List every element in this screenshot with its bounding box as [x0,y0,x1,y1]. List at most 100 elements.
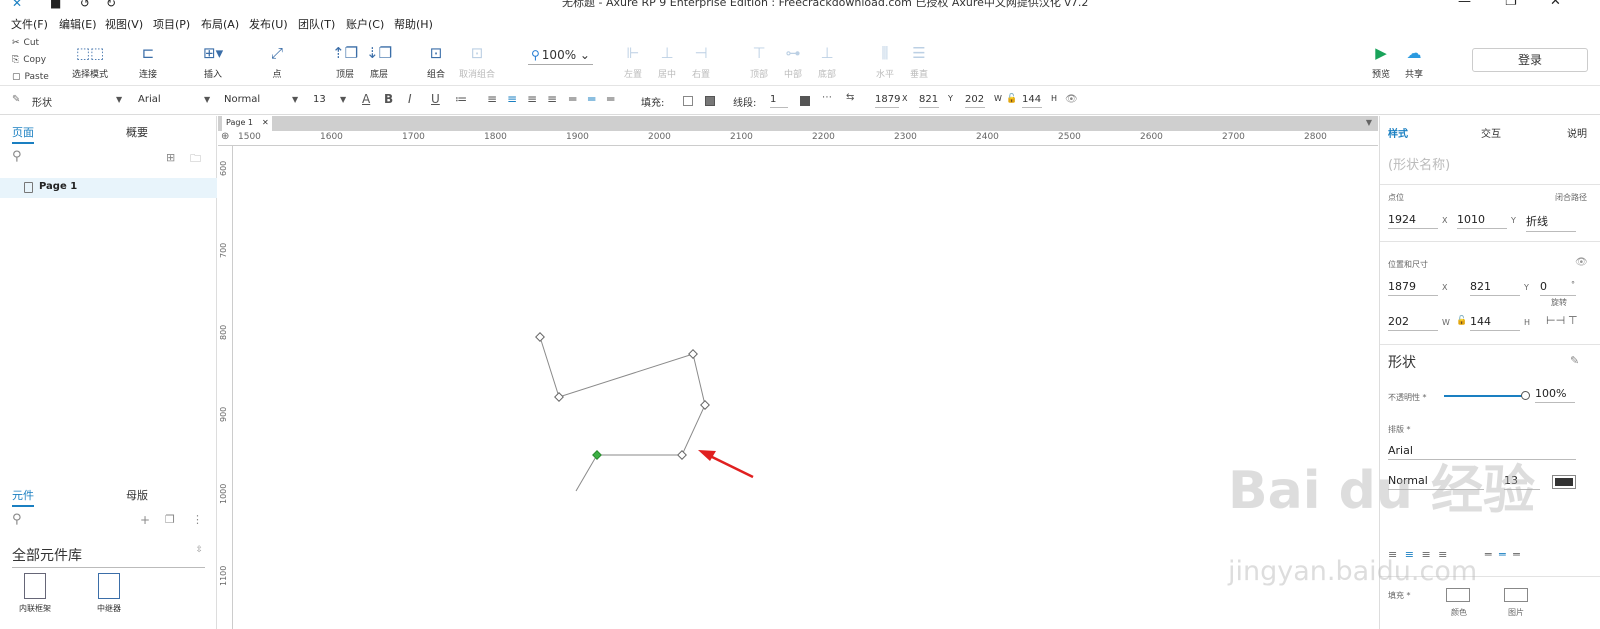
zoom-select[interactable]: ⚲ 100% ⌄ [528,48,593,65]
widget-inline-frame[interactable]: 内联框架 [10,573,60,614]
menu-publish[interactable]: 发布(U) [249,16,288,32]
cut-button[interactable]: ✂ Cut [4,35,54,51]
valign-top-icon[interactable]: ═ [1485,548,1492,561]
save-icon[interactable]: ■ [50,0,61,10]
tab-pages[interactable]: 页面 [12,124,34,144]
distribute-vertical-button[interactable]: ☰ 垂直 [910,42,928,80]
align-text-center-icon[interactable]: ≡ [507,92,517,106]
undo-icon[interactable]: ↺ [80,0,90,10]
align-bottom-button[interactable]: ⊥ 底部 [818,42,836,80]
page-item[interactable]: Page 1 [0,178,217,198]
line-width-input[interactable]: 1 [770,94,788,108]
menu-arrange[interactable]: 布局(A) [201,16,239,32]
point-button[interactable]: ⤢ 点 [271,42,283,80]
x-input[interactable]: 1879 [875,94,900,108]
fill-shadow-swatch[interactable] [705,96,715,106]
menu-project[interactable]: 项目(P) [153,16,190,32]
library-windows-icon[interactable]: ❐ [165,513,175,526]
ungroup-button[interactable]: ⊡ 取消组合 [459,42,495,80]
tab-style[interactable]: 样式 [1388,125,1408,140]
share-button[interactable]: ☁ 共享 [1405,42,1423,80]
widget-repeater[interactable]: 中继器 [84,573,134,614]
maximize-icon[interactable]: ❐ [1505,0,1517,9]
align-text-right-icon[interactable]: ≡ [527,92,537,106]
login-button[interactable]: 登录 [1472,48,1588,72]
y-input[interactable]: 821 [919,94,939,108]
align-middle-button[interactable]: ⊶ 中部 [784,42,802,80]
close-icon[interactable]: ✕ [1550,0,1561,9]
copy-button[interactable]: ⎘ Copy [4,52,54,68]
lock-icon[interactable]: 🔓 [1006,94,1017,104]
align-right-button[interactable]: ⊣ 右置 [692,42,710,80]
justify-text-icon[interactable]: ≡ [547,92,557,106]
canvas-drawing[interactable] [218,116,1378,629]
align-left-button[interactable]: ⊩ 左置 [624,42,642,80]
canvas-area[interactable]: Page 1 ✕ ▼ ⊕ 1500 1600 1700 1800 1900 2000 2100… [218,116,1378,629]
closed-path-toggle[interactable]: 闭合路径 [1555,192,1587,203]
tab-masters[interactable]: 母版 [126,487,148,503]
insert-button[interactable]: ⊞▾ 插入 [203,42,223,80]
minimize-icon[interactable]: — [1458,0,1471,9]
point-y-input[interactable]: 1010 [1457,213,1507,229]
fill-color-swatch[interactable] [1446,588,1470,602]
menu-team[interactable]: 团队(T) [298,16,335,32]
pos-x-input[interactable]: 1879 [1388,280,1438,296]
valign-bottom-icon[interactable]: ═ [607,92,614,106]
fit-width-icon[interactable]: ⊢⊣ [1546,314,1565,327]
add-page-icon[interactable]: ⊞ [166,151,175,164]
visibility-eye-icon[interactable]: 👁 [1065,94,1078,105]
library-select[interactable]: 全部元件库 ⇳ [12,545,205,568]
search-icon[interactable]: ⚲ [12,512,22,527]
menu-help[interactable]: 帮助(H) [394,16,433,32]
paste-button[interactable]: ▢ Paste [4,69,54,85]
add-folder-icon[interactable]: 🗀 [190,150,201,169]
select-mode-button[interactable]: ⬚⬚ 选择模式 [72,42,108,80]
menu-edit[interactable]: 编辑(E) [59,16,97,32]
menu-file[interactable]: 文件(F) [11,16,48,32]
text-color-icon[interactable]: A [362,92,370,106]
align-text-left-icon[interactable]: ≡ [487,92,497,106]
opacity-slider-handle[interactable] [1521,391,1530,400]
redo-icon[interactable]: ↻ [106,0,116,10]
bold-icon[interactable]: B [384,92,393,106]
shape-name-input[interactable]: (形状名称) [1388,154,1450,173]
distribute-horizontal-button[interactable]: ⫼ 水平 [876,42,894,80]
opacity-input[interactable]: 100% [1535,387,1575,403]
point-x-input[interactable]: 1924 [1388,213,1438,229]
bottom-layer-button[interactable]: ⇣❐ 底层 [366,42,392,80]
point-type-select[interactable]: 折线 [1526,213,1576,232]
arrow-style-icon[interactable]: ⇆ [846,92,854,103]
connect-button[interactable]: ⊏ 连接 [139,42,157,80]
font-weight-select[interactable]: Normal [224,94,260,105]
valign-top-icon[interactable]: ═ [569,92,576,106]
edit-style-icon[interactable]: ✎ [1570,354,1579,367]
bullet-list-icon[interactable]: ≔ [455,92,467,106]
align-center-button[interactable]: ⊥ 居中 [658,42,676,80]
tab-widgets[interactable]: 元件 [12,487,34,507]
preview-button[interactable]: ▶ 预览 [1372,42,1390,80]
menu-view[interactable]: 视图(V) [105,16,143,32]
valign-bottom-icon[interactable]: ═ [1513,548,1520,561]
search-icon[interactable]: ⚲ [12,149,22,164]
tab-outline[interactable]: 概要 [126,124,148,140]
line-color-swatch[interactable] [800,96,810,106]
menu-account[interactable]: 账户(C) [346,16,384,32]
fill-image-swatch[interactable] [1504,588,1528,602]
group-button[interactable]: ⊡ 组合 [427,42,445,80]
font-size-select[interactable]: 13 [313,94,326,105]
size-w-input[interactable]: 202 [1388,315,1438,331]
align-top-button[interactable]: ⊤ 顶部 [750,42,768,80]
more-options-icon[interactable]: ⋮ [192,513,203,526]
fit-height-icon[interactable]: ⊤ [1568,314,1578,327]
pos-y-input[interactable]: 821 [1470,280,1520,296]
fill-color-swatch[interactable] [683,96,693,106]
lock-ratio-icon[interactable]: 🔓 [1456,316,1467,326]
opacity-slider-track[interactable] [1444,395,1526,397]
valign-middle-icon[interactable]: ═ [1499,548,1506,561]
font-color-swatch[interactable] [1552,475,1576,489]
tab-interaction[interactable]: 交互 [1481,125,1501,140]
size-h-input[interactable]: 144 [1470,315,1520,331]
font-family-select[interactable]: Arial [138,94,161,105]
eye-icon[interactable]: 👁 [1575,257,1588,268]
shape-style-select[interactable]: 形状 [32,94,52,109]
